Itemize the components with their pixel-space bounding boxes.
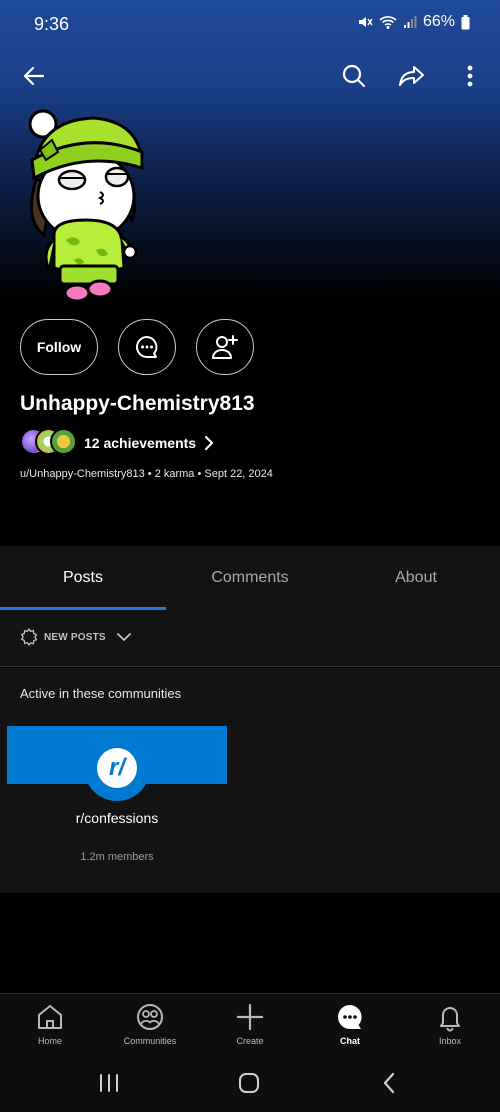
nav-home[interactable]: Home: [0, 1002, 100, 1054]
share-button[interactable]: [394, 58, 430, 94]
nav-inbox[interactable]: Inbox: [400, 1002, 500, 1054]
status-icons: 66%: [357, 13, 470, 31]
chevron-down-icon: [116, 633, 131, 641]
add-friend-button[interactable]: [196, 319, 254, 375]
profile-meta: u/Unhappy-Chemistry813 • 2 karma • Sept …: [20, 468, 273, 480]
community-members: 1.2m members: [80, 851, 154, 863]
more-options-button[interactable]: [452, 58, 488, 94]
home-square-icon: [239, 1073, 259, 1093]
nav-create[interactable]: Create: [200, 1002, 300, 1054]
community-card[interactable]: r/ r/confessions 1.2m members: [7, 726, 227, 876]
search-button[interactable]: [336, 58, 372, 94]
bottom-navigation: Home Communities Create Chat Inbox: [0, 993, 500, 1053]
sort-row: NEW POSTS: [0, 610, 500, 667]
achievements-link[interactable]: 12 achievements: [20, 428, 214, 458]
communities-icon: [137, 1004, 163, 1030]
sort-label: NEW POSTS: [44, 631, 106, 643]
tab-posts[interactable]: Posts: [0, 546, 166, 610]
signal-icon: [403, 16, 417, 28]
wifi-icon: [379, 16, 397, 29]
profile-tabs: Posts Comments About: [0, 546, 500, 610]
share-icon: [399, 66, 424, 86]
chevron-right-icon: [204, 436, 214, 450]
tab-about[interactable]: About: [333, 546, 499, 610]
chevron-left-icon: [383, 1072, 395, 1094]
new-sparkle-icon: [20, 628, 38, 646]
section-title: Active in these communities: [20, 686, 182, 701]
system-back-button[interactable]: [369, 1069, 409, 1097]
status-bar: 9:36 66%: [0, 0, 500, 50]
nav-communities[interactable]: Communities: [100, 1002, 200, 1054]
add-person-icon: [212, 335, 238, 359]
status-time: 9:36: [34, 14, 70, 34]
nav-inbox-label: Inbox: [438, 1036, 462, 1046]
nav-create-label: Create: [236, 1036, 264, 1046]
recent-apps-icon: [100, 1074, 118, 1092]
recent-apps-button[interactable]: [89, 1069, 129, 1097]
system-navigation-bar: [0, 1053, 500, 1112]
nav-chat[interactable]: Chat: [300, 1002, 400, 1054]
sort-dropdown[interactable]: NEW POSTS: [20, 628, 132, 646]
home-system-button[interactable]: [229, 1069, 269, 1097]
active-communities-section: Active in these communities r/ r/confess…: [0, 668, 500, 893]
achievement-badge-icon: [50, 428, 77, 455]
user-avatar: [14, 100, 154, 306]
bell-icon: [440, 1007, 460, 1032]
tab-comments[interactable]: Comments: [167, 546, 333, 610]
chat-bubble-icon: [136, 336, 158, 358]
chat-icon: [338, 1005, 362, 1029]
nav-communities-label: Communities: [123, 1036, 177, 1046]
battery-icon: [461, 14, 470, 29]
search-icon: [342, 64, 366, 88]
start-chat-button[interactable]: [118, 319, 176, 375]
plus-icon: [236, 1003, 264, 1031]
battery-percent: 66%: [422, 13, 455, 30]
achievement-badges: [20, 428, 80, 458]
follow-button[interactable]: Follow: [20, 319, 98, 375]
nav-chat-label: Chat: [340, 1036, 360, 1046]
back-arrow-icon: [23, 66, 45, 86]
mute-icon: [358, 17, 373, 27]
community-name: r/confessions: [75, 810, 159, 826]
more-vertical-icon: [467, 65, 473, 87]
nav-home-label: Home: [37, 1036, 62, 1046]
achievements-label: 12 achievements: [84, 435, 197, 451]
home-icon: [38, 1005, 62, 1029]
community-logo-text: r/: [97, 748, 137, 788]
username: Unhappy-Chemistry813: [20, 392, 255, 415]
community-logo: r/: [84, 735, 150, 801]
back-button[interactable]: [16, 58, 52, 94]
